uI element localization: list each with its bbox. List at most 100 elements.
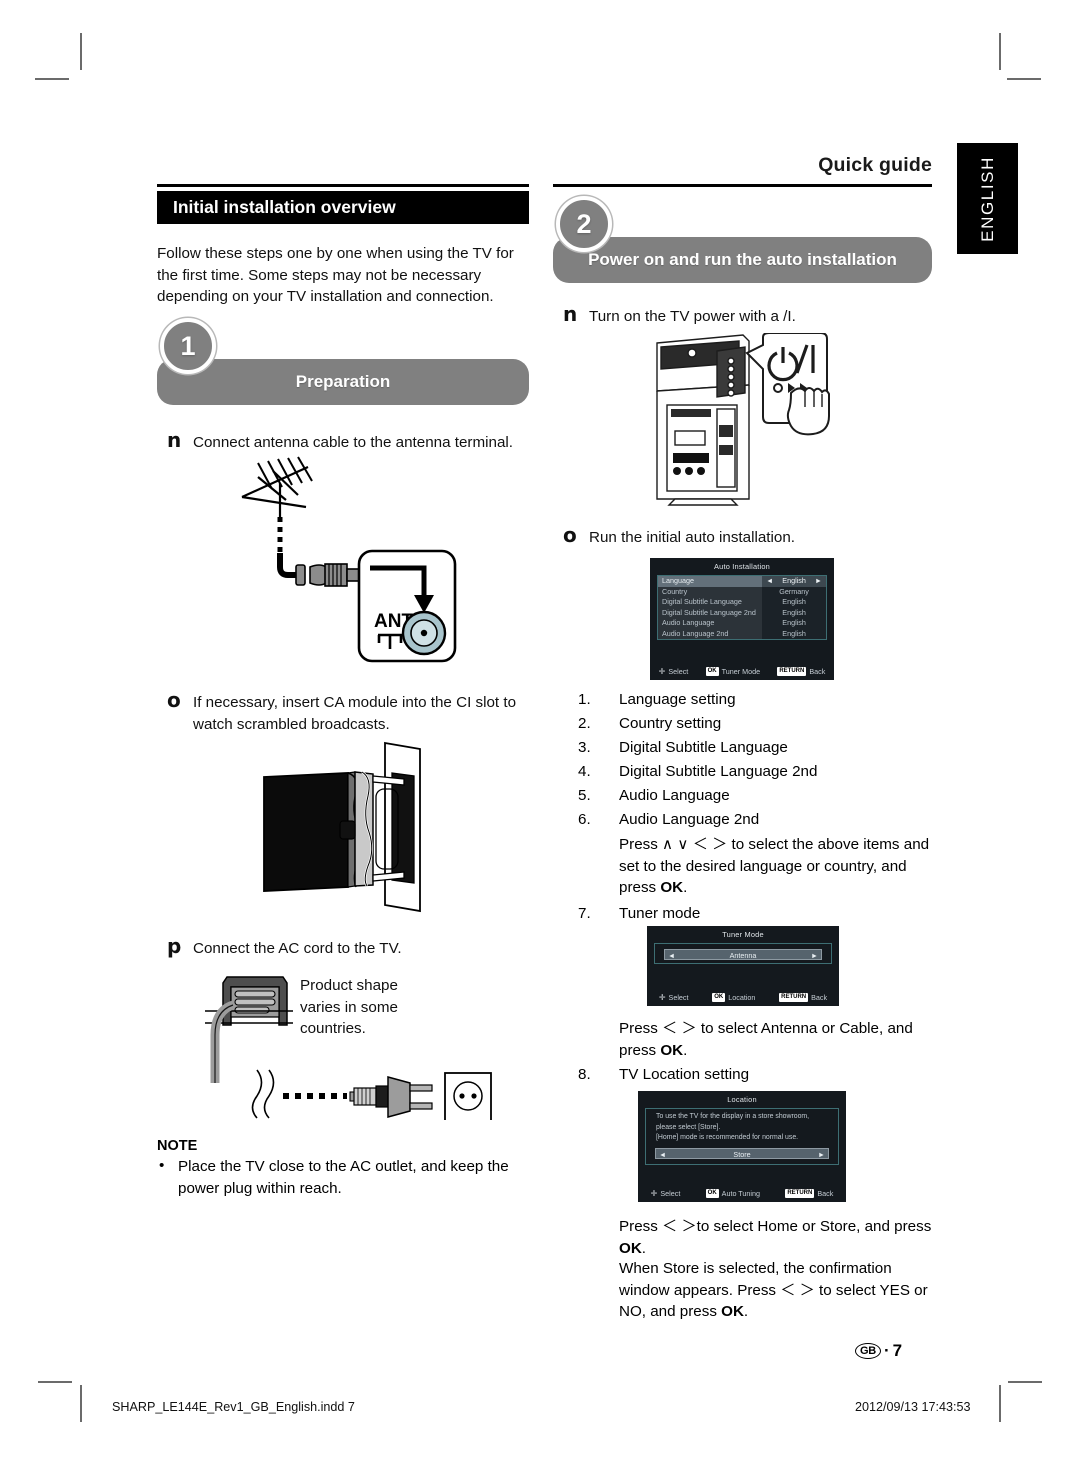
page-number-block: GB · 7 xyxy=(855,1341,902,1361)
osd-foot-select: ✛ Select xyxy=(651,1189,681,1198)
press-tuner-period: . xyxy=(683,1041,688,1059)
right-arrow-icon[interactable]: ► xyxy=(811,950,818,961)
list-item: 2. Country setting xyxy=(578,712,938,736)
osd-foot-return: RETURN Back xyxy=(785,1189,833,1198)
page-title: Initial installation overview xyxy=(157,191,529,224)
osd-location-desc-line-2: please select [Store]. xyxy=(656,1123,721,1131)
osd-row-country[interactable]: Country Germany xyxy=(658,586,826,597)
left-arrow-icon[interactable]: ◄ xyxy=(766,576,773,587)
tuner-mode-selector[interactable]: ◄ Antenna ► xyxy=(664,949,822,960)
step-marker: o xyxy=(167,688,181,712)
osd-foot-select: ✛ Select xyxy=(659,667,689,676)
osd-footer: ✛ Select OK Location RETURN Back xyxy=(647,993,839,1002)
step-text: Connect antenna cable to the antenna ter… xyxy=(193,434,514,451)
list-item: 7. Tuner mode xyxy=(578,902,938,926)
list-number: 2. xyxy=(578,715,591,732)
press-tuner-instruction: Press ＜ ＞ to select Antenna or Cable, an… xyxy=(619,1018,939,1061)
crop-mark-top-left-h xyxy=(35,78,69,80)
tv-location-list-item: 8. TV Location setting xyxy=(578,1063,938,1087)
list-label: Tuner mode xyxy=(619,904,701,922)
step-1-item-1: n Connect antenna cable to the antenna t… xyxy=(167,429,537,454)
osd-foot-select: ✛ Select xyxy=(659,993,689,1002)
step-text: Connect the AC cord to the TV. xyxy=(193,940,402,957)
right-arrow-icon[interactable]: ► xyxy=(818,1149,825,1160)
osd-row-value: English xyxy=(762,618,826,629)
osd-row-value: English xyxy=(762,597,826,608)
return-key-icon: RETURN xyxy=(785,1189,815,1198)
osd-footer: ✛ Select OK Tuner Mode RETURN Back xyxy=(650,667,834,676)
osd-foot-label: Auto Tuning xyxy=(721,1189,761,1198)
list-item: 5. Audio Language xyxy=(578,784,938,808)
step-2-number: 2 xyxy=(556,196,612,252)
note-heading: NOTE xyxy=(157,1138,198,1154)
osd-row-digital-subtitle-language[interactable]: Digital Subtitle Language English xyxy=(658,597,826,608)
step-1-item-3: p Connect the AC cord to the TV. xyxy=(167,934,527,960)
osd-row-audio-language[interactable]: Audio Language English xyxy=(658,618,826,629)
list-item: 3. Digital Subtitle Language xyxy=(578,736,938,760)
location-selector[interactable]: ◄ Store ► xyxy=(655,1147,829,1160)
list-label: Language setting xyxy=(619,691,736,708)
osd-foot-return: RETURN Back xyxy=(777,667,825,676)
osd-location: Location To use the TV for the display i… xyxy=(636,1089,848,1204)
region-badge: GB xyxy=(855,1343,881,1359)
manual-page: Quick guide ENGLISH Initial installation… xyxy=(0,0,1080,1464)
list-label: Digital Subtitle Language xyxy=(619,739,788,756)
tv-power-button-illustration xyxy=(645,333,835,508)
right-arrow-icon[interactable]: ► xyxy=(815,576,822,587)
osd-row-digital-subtitle-language-2nd[interactable]: Digital Subtitle Language 2nd English xyxy=(658,607,826,618)
osd-foot-label: Back xyxy=(809,667,826,676)
step-marker: p xyxy=(167,934,182,958)
osd-tuner-panel: ◄ Antenna ► xyxy=(654,943,832,964)
auto-install-step-list: 1. Language setting 2. Country setting 3. D… xyxy=(578,688,938,926)
crop-mark-top-right-v xyxy=(999,33,1001,70)
intro-paragraph: Follow these steps one by one when using… xyxy=(157,245,514,305)
page-number: 7 xyxy=(892,1341,903,1360)
osd-location-panel: To use the TV for the display in a store… xyxy=(645,1108,839,1165)
osd-row-key: Digital Subtitle Language 2nd xyxy=(658,607,763,618)
press-location-text: Press ＜ ＞to select Home or Store, and pr… xyxy=(619,1218,932,1235)
ac-cord-callout: Product shape varies in some countries. xyxy=(300,977,398,1037)
osd-row-language[interactable]: Language ◄ English ► xyxy=(658,576,826,587)
header-rule-right xyxy=(553,184,932,187)
osd-foot-label: Select xyxy=(668,993,689,1002)
crop-mark-bottom-left-h xyxy=(38,1381,72,1383)
step-marker: o xyxy=(563,523,577,547)
store-note-text: When Store is selected, the confirmation… xyxy=(619,1260,928,1320)
list-number: 7. xyxy=(578,904,591,922)
osd-row-value: Germany xyxy=(762,586,826,597)
osd-row-key: Country xyxy=(658,586,763,597)
osd-foot-label: Location xyxy=(728,993,756,1002)
list-number: 5. xyxy=(578,787,591,804)
language-tab: ENGLISH xyxy=(957,143,1018,254)
osd-row-value: ◄ English ► xyxy=(762,576,826,587)
step-1-header: Preparation xyxy=(157,359,529,405)
osd-row-key: Audio Language xyxy=(658,618,763,629)
osd-foot-label: Back xyxy=(811,993,828,1002)
osd-foot-label: Back xyxy=(817,1189,834,1198)
ok-label: OK xyxy=(660,1041,684,1059)
footer-filename: SHARP_LE144E_Rev1_GB_English.indd 7 xyxy=(112,1400,355,1414)
list-item: 6. Audio Language 2nd xyxy=(578,808,938,832)
return-key-icon: RETURN xyxy=(779,993,809,1002)
osd-foot-ok: OK Tuner Mode xyxy=(705,667,760,676)
osd-row-value: English xyxy=(762,628,826,639)
press-items-period: . xyxy=(683,879,688,896)
crop-mark-bottom-left-v xyxy=(80,1385,82,1422)
step-text: Run the initial auto installation. xyxy=(589,529,796,546)
ok-label: OK xyxy=(660,879,684,896)
osd-row-key: Digital Subtitle Language xyxy=(658,597,763,608)
press-location-period: . xyxy=(641,1239,647,1257)
quick-guide-title: Quick guide xyxy=(818,154,932,176)
osd-row-value: English xyxy=(762,607,826,618)
crop-mark-top-left-v xyxy=(80,33,82,70)
list-label: Country setting xyxy=(619,715,722,732)
tuner-mode-value: Antenna xyxy=(729,951,757,960)
left-arrow-icon[interactable]: ◄ xyxy=(668,950,675,961)
left-arrow-icon[interactable]: ◄ xyxy=(659,1149,666,1160)
list-item: 4. Digital Subtitle Language 2nd xyxy=(578,760,938,784)
step-text: Turn on the TV power with a /I. xyxy=(589,308,796,325)
osd-row-audio-language-2nd[interactable]: Audio Language 2nd English xyxy=(658,628,826,639)
list-number: 3. xyxy=(578,739,591,756)
return-key-icon: RETURN xyxy=(777,667,807,676)
osd-tuner-mode: Tuner Mode ◄ Antenna ► ✛ Select OK Locat… xyxy=(645,924,841,1008)
